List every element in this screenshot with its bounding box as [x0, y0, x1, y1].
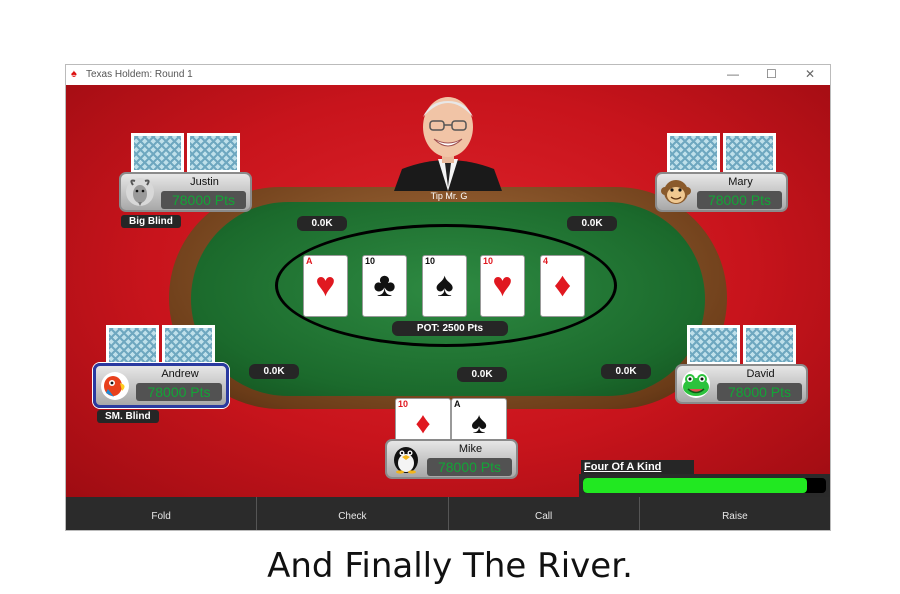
- bet-mary: 0.0K: [567, 216, 617, 231]
- board-card: 10 ♥: [480, 255, 525, 317]
- hand-strength-track: [583, 478, 826, 493]
- card-suit: ♥: [315, 266, 336, 304]
- card-suit: ♠: [435, 266, 454, 304]
- board-card: A ♥: [303, 255, 348, 317]
- bet-andrew: 0.0K: [249, 364, 299, 379]
- card-rank: A: [306, 256, 313, 266]
- frog-icon: [682, 370, 710, 398]
- hand-strength-fill: [583, 478, 807, 493]
- maximize-button[interactable]: ☐: [766, 67, 777, 81]
- board-card: 10 ♠: [422, 255, 467, 317]
- small-blind-badge: SM. Blind: [97, 410, 159, 423]
- spade-app-icon: ♠: [71, 68, 77, 80]
- dealer-portrait: [394, 97, 502, 191]
- card-suit: ♥: [492, 266, 513, 304]
- raise-button[interactable]: Raise: [640, 497, 830, 530]
- board-card: 4 ♦: [540, 255, 585, 317]
- player-points: 78000 Pts: [717, 383, 802, 401]
- pot-display: POT: 2500 Pts: [392, 321, 508, 336]
- card-back: [723, 133, 776, 173]
- check-button[interactable]: Check: [257, 497, 449, 530]
- player-mike: Mike 78000 Pts: [385, 439, 518, 479]
- player-name: David: [746, 368, 775, 380]
- board-card: 10 ♣: [362, 255, 407, 317]
- player-points: 78000 Pts: [697, 191, 782, 209]
- title-bar: ♠ Texas Holdem: Round 1 — ☐ ✕: [66, 65, 830, 85]
- player-justin: Justin 78000 Pts: [119, 172, 252, 212]
- monkey-icon: [661, 180, 691, 204]
- card-suit: ♣: [373, 266, 396, 304]
- card-rank: 4: [543, 256, 549, 266]
- action-bar: Fold Check Call Raise: [66, 497, 830, 530]
- dealer-label[interactable]: Tip Mr. G: [416, 191, 482, 201]
- player-name: Mike: [458, 443, 483, 455]
- bet-justin: 0.0K: [297, 216, 347, 231]
- window-title: Texas Holdem: Round 1: [86, 69, 193, 80]
- penguin-icon: [394, 447, 418, 474]
- card-suit: ♠: [471, 407, 487, 440]
- card-rank: 10: [365, 256, 376, 266]
- bet-mike: 0.0K: [457, 367, 507, 382]
- card-back: [106, 325, 159, 365]
- card-rank: 10: [483, 256, 494, 266]
- player-david: David 78000 Pts: [675, 364, 808, 404]
- parrot-icon: [101, 372, 129, 400]
- caption: And Finally The River.: [267, 546, 633, 586]
- player-name: Justin: [190, 176, 219, 188]
- minimize-button[interactable]: —: [727, 67, 739, 81]
- player-points: 78000 Pts: [136, 383, 222, 401]
- card-suit: ♦: [415, 407, 431, 440]
- goat-icon: [126, 178, 154, 206]
- player-andrew: Andrew 78000 Pts: [93, 363, 229, 408]
- close-button[interactable]: ✕: [805, 67, 815, 81]
- card-suit: ♦: [553, 266, 572, 304]
- card-back: [187, 133, 240, 173]
- bet-david: 0.0K: [601, 364, 651, 379]
- big-blind-badge: Big Blind: [121, 215, 181, 228]
- hole-card: 10 ♦: [395, 398, 451, 442]
- fold-button[interactable]: Fold: [66, 497, 258, 530]
- player-points: 78000 Pts: [161, 191, 246, 209]
- hand-rank-label: Four Of A Kind: [581, 460, 694, 475]
- card-back: [162, 325, 215, 365]
- game-window: ♠ Texas Holdem: Round 1 — ☐ ✕ Tip Mr. G …: [65, 64, 831, 531]
- call-button[interactable]: Call: [449, 497, 640, 530]
- player-name: Mary: [728, 176, 753, 188]
- card-back: [667, 133, 720, 173]
- player-name: Andrew: [161, 368, 199, 380]
- hole-card: A ♠: [451, 398, 507, 442]
- card-back: [687, 325, 740, 365]
- card-rank: 10: [425, 256, 436, 266]
- card-back: [131, 133, 184, 173]
- hand-strength-meter: [579, 474, 830, 497]
- card-back: [743, 325, 796, 365]
- player-mary: Mary 78000 Pts: [655, 172, 788, 212]
- player-points: 78000 Pts: [427, 458, 512, 476]
